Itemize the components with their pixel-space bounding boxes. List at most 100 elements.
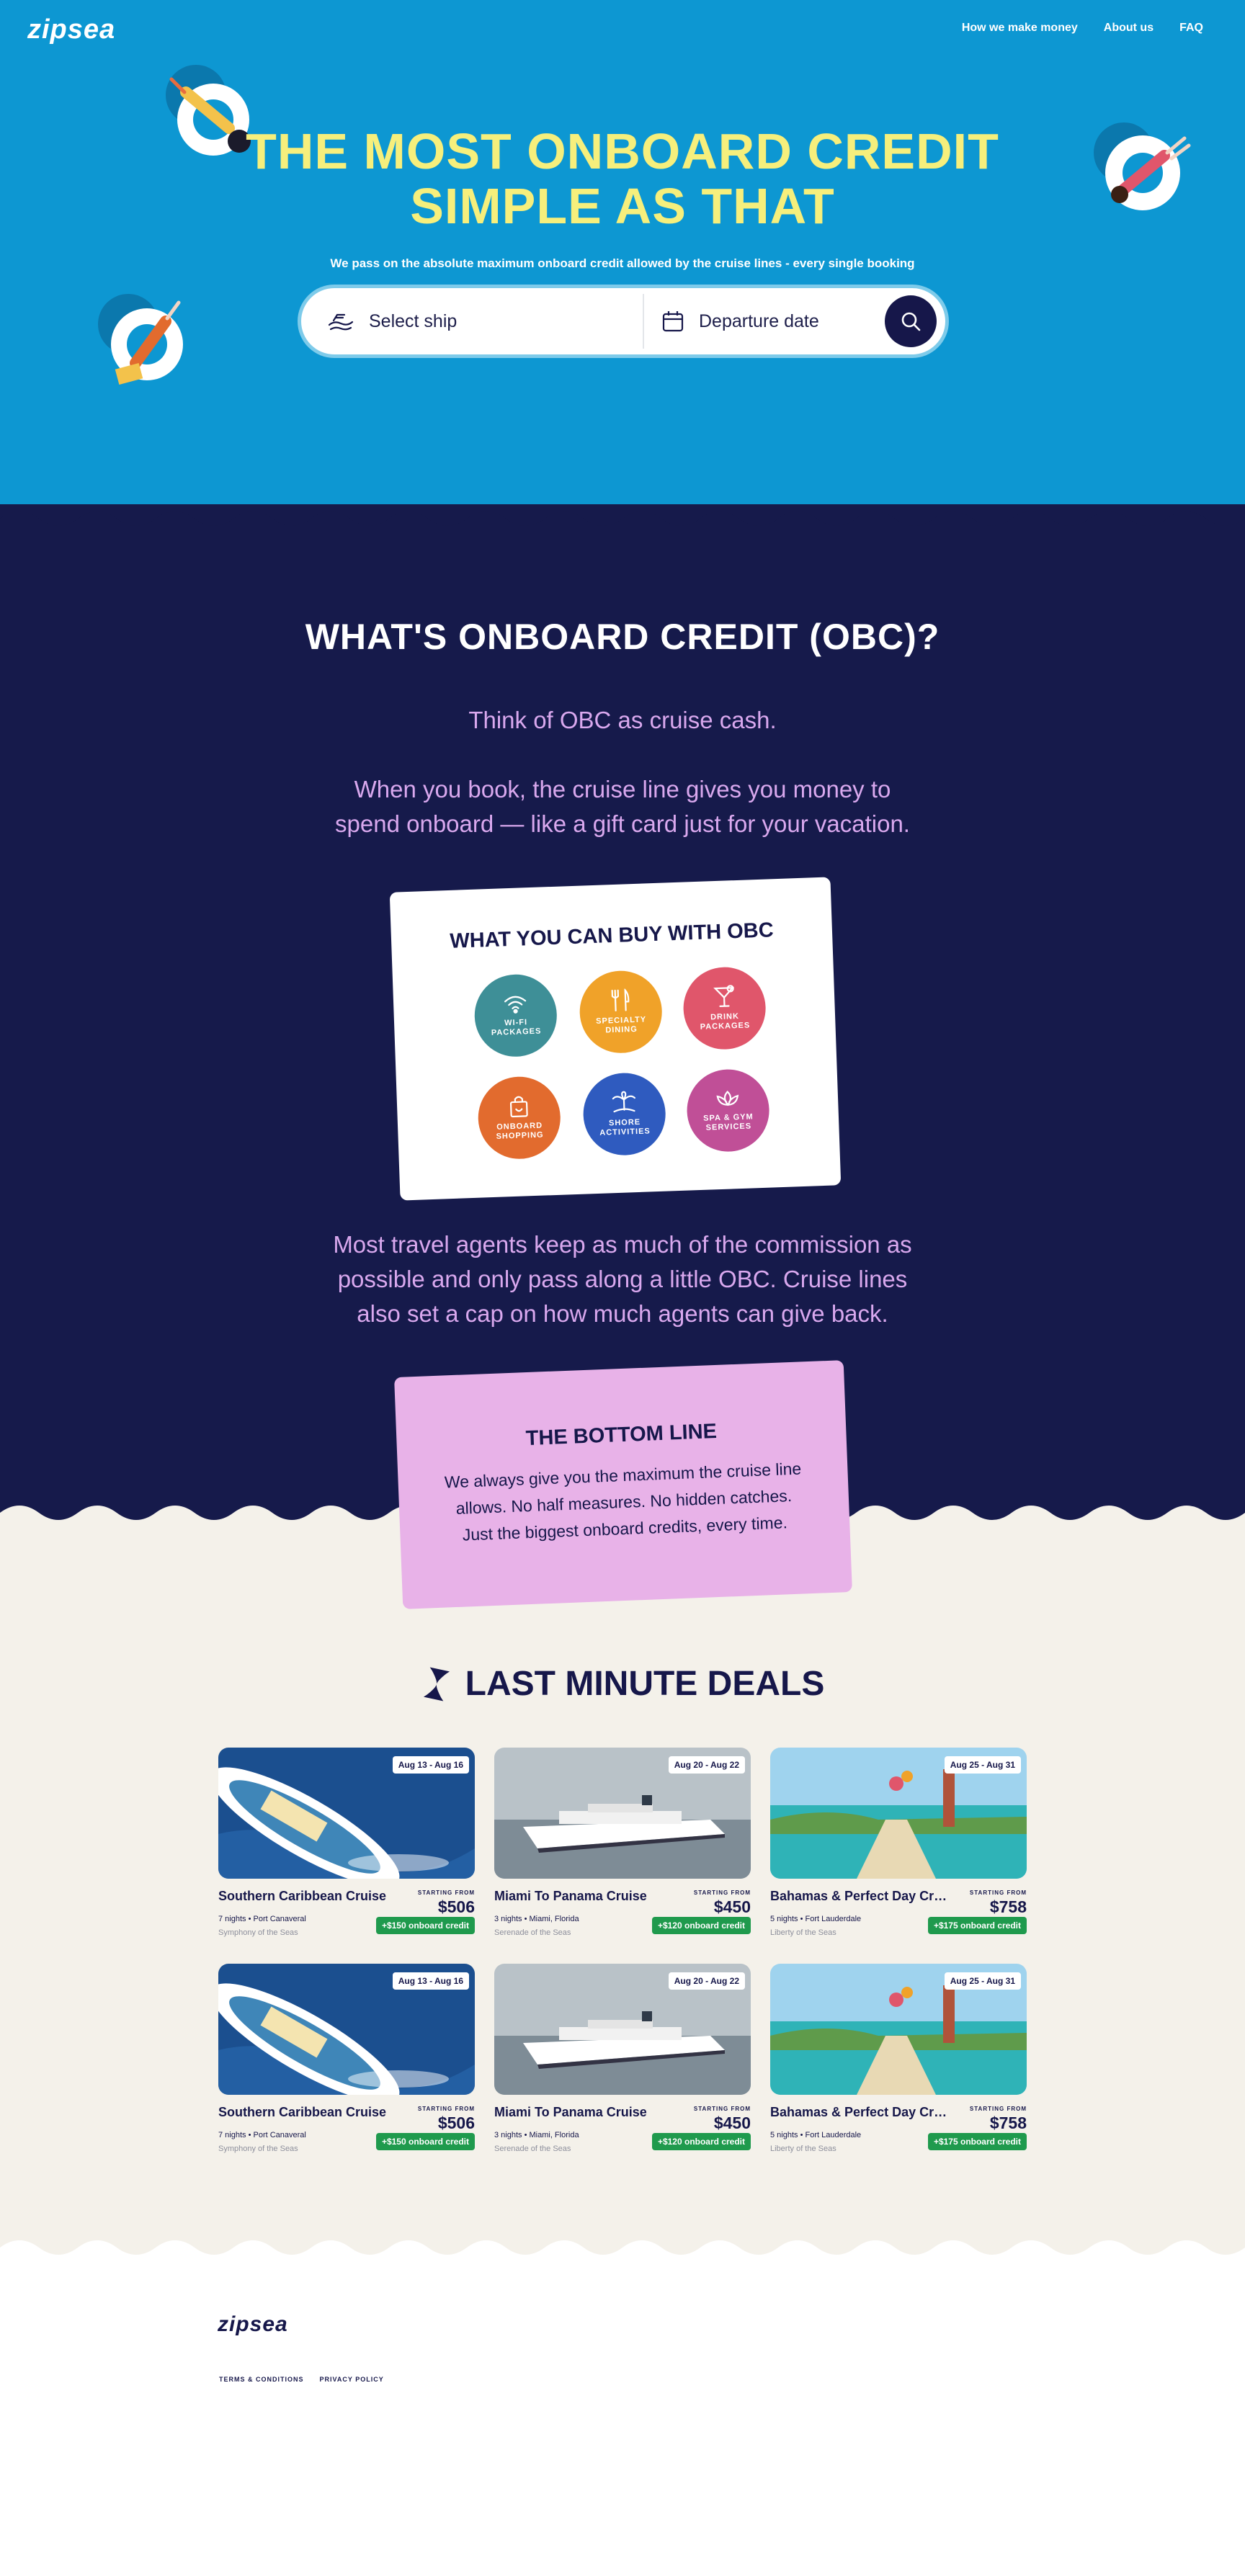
- brand-logo[interactable]: zipsea: [27, 14, 115, 45]
- starting-from-label: STARTING FROM: [693, 1889, 751, 1896]
- bottom-line-title: THE BOTTOM LINE: [525, 1419, 718, 1451]
- starting-from-label: STARTING FROM: [693, 2106, 751, 2112]
- onboard-credit-badge: +$175 onboard credit: [927, 1917, 1027, 1934]
- agents-line-1: Most travel agents keep as much of the c…: [333, 1231, 912, 1258]
- obc-line-2b: spend onboard — like a gift card just fo…: [335, 810, 910, 837]
- deal-ship-name: Symphony of the Seas: [218, 2145, 298, 2153]
- obc-item-shore: SHORE ACTIVITIES: [581, 1071, 667, 1157]
- cutlery-icon: [611, 988, 630, 1012]
- deal-name: Bahamas & Perfect Day Cru...: [770, 2105, 947, 2119]
- starting-from-label: STARTING FROM: [969, 2106, 1027, 2112]
- hero-title-line-2: SIMPLE AS THAT: [410, 178, 835, 234]
- bottom-line-body: We always give you the maximum the cruis…: [434, 1455, 814, 1549]
- obc-item-spa: SPA & GYM SERVICES: [685, 1068, 771, 1153]
- onboard-credit-badge: +$120 onboard credit: [651, 2133, 751, 2150]
- palm-tree-icon: [612, 1091, 635, 1113]
- starting-from-label: STARTING FROM: [417, 1889, 475, 1896]
- agents-line-3: also set a cap on how much agents can gi…: [357, 1300, 888, 1327]
- deal-image-island: Aug 25 - Aug 31: [770, 1964, 1027, 2095]
- deal-price: $506: [437, 1897, 475, 1916]
- deal-nights: 5 nights • Fort Lauderdale: [770, 2131, 862, 2139]
- obc-uses-grid: WI-FI PACKAGES SPECIALTY DINING DRINK PA…: [390, 877, 842, 1200]
- deal-image-ship-topdown: Aug 13 - Aug 16: [218, 1748, 475, 1879]
- deal-dates: Aug 13 - Aug 16: [392, 1972, 469, 1990]
- ship-icon: [328, 313, 354, 331]
- footer-logo[interactable]: zipsea: [218, 2312, 288, 2337]
- deal-card-2[interactable]: Aug 20 - Aug 22 Miami To Panama Cruise S…: [494, 1748, 751, 1949]
- obc-item-label-1b: PACKAGES: [491, 1027, 542, 1037]
- deal-dates: Aug 20 - Aug 22: [668, 1756, 745, 1774]
- wifi-icon: [504, 996, 527, 1014]
- agents-line-2: possible and only pass along a little OB…: [337, 1266, 908, 1292]
- obc-item-dining: SPECIALTY DINING: [578, 969, 664, 1055]
- deal-nights: 5 nights • Fort Lauderdale: [770, 1915, 862, 1923]
- page: zipsea How we make money About us FAQ TH…: [0, 0, 1245, 2576]
- deal-dates: Aug 25 - Aug 31: [944, 1972, 1021, 1990]
- deal-price: $506: [437, 2114, 475, 2132]
- search-icon: [901, 312, 921, 331]
- hero-title-line-1: THE MOST ONBOARD CREDIT: [246, 123, 999, 179]
- onboard-credit-badge: +$175 onboard credit: [927, 2133, 1027, 2150]
- footer: zipsea TERMS & CONDITIONS PRIVACY POLICY: [0, 2255, 1245, 2576]
- footer-links: TERMS & CONDITIONS PRIVACY POLICY: [219, 2376, 384, 2383]
- departure-date-placeholder: Departure date: [699, 310, 819, 331]
- deal-name: Miami To Panama Cruise: [494, 1889, 647, 1903]
- deal-nights: 3 nights • Miami, Florida: [494, 1915, 579, 1923]
- hero-title: THE MOST ONBOARD CREDIT SIMPLE AS THAT: [0, 124, 1245, 233]
- wave-divider-top: [0, 511, 1245, 533]
- deal-image-ship-side: Aug 20 - Aug 22: [494, 1748, 751, 1879]
- terms-link[interactable]: TERMS & CONDITIONS: [219, 2376, 304, 2383]
- deal-card-4[interactable]: Aug 13 - Aug 16 Southern Caribbean Cruis…: [218, 1964, 475, 2165]
- nav-how-we-make-money[interactable]: How we make money: [962, 22, 1078, 35]
- search-bar: Select ship Departure date: [301, 288, 945, 354]
- hero-subtitle: We pass on the absolute maximum onboard …: [330, 256, 915, 270]
- obc-item-label-4b: SHOPPING: [496, 1130, 544, 1141]
- deal-image-ship-side: Aug 20 - Aug 22: [494, 1964, 751, 2095]
- obc-item-label-1a: WI-FI: [504, 1018, 528, 1028]
- obc-line-2a: When you book, the cruise line gives you…: [354, 776, 891, 802]
- deal-ship-name: Symphony of the Seas: [218, 1928, 298, 1937]
- onboard-credit-badge: +$150 onboard credit: [375, 1917, 475, 1934]
- obc-line-1: Think of OBC as cruise cash.: [468, 707, 777, 733]
- hero-section: zipsea How we make money About us FAQ TH…: [0, 0, 1245, 562]
- deal-ship-name: Serenade of the Seas: [494, 1928, 571, 1937]
- lotus-icon: [716, 1091, 739, 1106]
- deal-card-1[interactable]: Aug 13 - Aug 16 Southern Caribbean Cruis…: [218, 1748, 475, 1949]
- obc-item-label-2a: SPECIALTY: [595, 1015, 647, 1026]
- shopping-bag-icon: [509, 1096, 528, 1118]
- obc-title: WHAT'S ONBOARD CREDIT (OBC)?: [305, 617, 940, 657]
- deal-nights: 7 nights • Port Canaveral: [218, 2131, 306, 2139]
- onboard-credit-badge: +$150 onboard credit: [375, 2133, 475, 2150]
- obc-item-label-2b: DINING: [605, 1024, 638, 1035]
- search-button[interactable]: [885, 295, 937, 347]
- deal-name: Southern Caribbean Cruise: [218, 1889, 387, 1903]
- bottom-line-card: THE BOTTOM LINE We always give you the m…: [394, 1360, 852, 1609]
- search-divider: [643, 294, 644, 349]
- deal-card-5[interactable]: Aug 20 - Aug 22 Miami To Panama Cruise S…: [494, 1964, 751, 2165]
- deal-price: $758: [989, 2114, 1027, 2132]
- deals-heading: LAST MINUTE DEALS: [0, 1664, 1245, 1704]
- deal-image-ship-topdown: Aug 13 - Aug 16: [218, 1964, 475, 2095]
- ship-select-placeholder: Select ship: [369, 310, 458, 331]
- obc-uses-card: WHAT YOU CAN BUY WITH OBC WI-FI PACKAGES…: [389, 877, 842, 1201]
- obc-item-drinks: DRINK PACKAGES: [682, 965, 767, 1051]
- swimmer-illustration-3: [95, 291, 189, 395]
- calendar-icon: [662, 311, 684, 332]
- deal-dates: Aug 20 - Aug 22: [668, 1972, 745, 1990]
- privacy-link[interactable]: PRIVACY POLICY: [320, 2376, 384, 2383]
- nav-about-us[interactable]: About us: [1104, 22, 1153, 35]
- departure-date-picker[interactable]: Departure date: [661, 288, 819, 354]
- deal-price: $450: [713, 1897, 751, 1916]
- obc-item-label-5b: ACTIVITIES: [599, 1127, 651, 1137]
- deal-image-island: Aug 25 - Aug 31: [770, 1748, 1027, 1879]
- deal-card-3[interactable]: Aug 25 - Aug 31 Bahamas & Perfect Day Cr…: [770, 1748, 1027, 1949]
- obc-item-label-3b: PACKAGES: [700, 1021, 751, 1032]
- top-nav: How we make money About us FAQ: [962, 22, 1203, 35]
- obc-item-label-6b: SERVICES: [705, 1122, 752, 1132]
- obc-item-wifi: WI-FI PACKAGES: [473, 972, 558, 1058]
- deal-ship-name: Serenade of the Seas: [494, 2145, 571, 2153]
- nav-faq[interactable]: FAQ: [1179, 22, 1203, 35]
- deal-ship-name: Liberty of the Seas: [770, 2145, 836, 2153]
- ship-select[interactable]: Select ship: [327, 288, 457, 354]
- deal-card-6[interactable]: Aug 25 - Aug 31 Bahamas & Perfect Day Cr…: [770, 1964, 1027, 2165]
